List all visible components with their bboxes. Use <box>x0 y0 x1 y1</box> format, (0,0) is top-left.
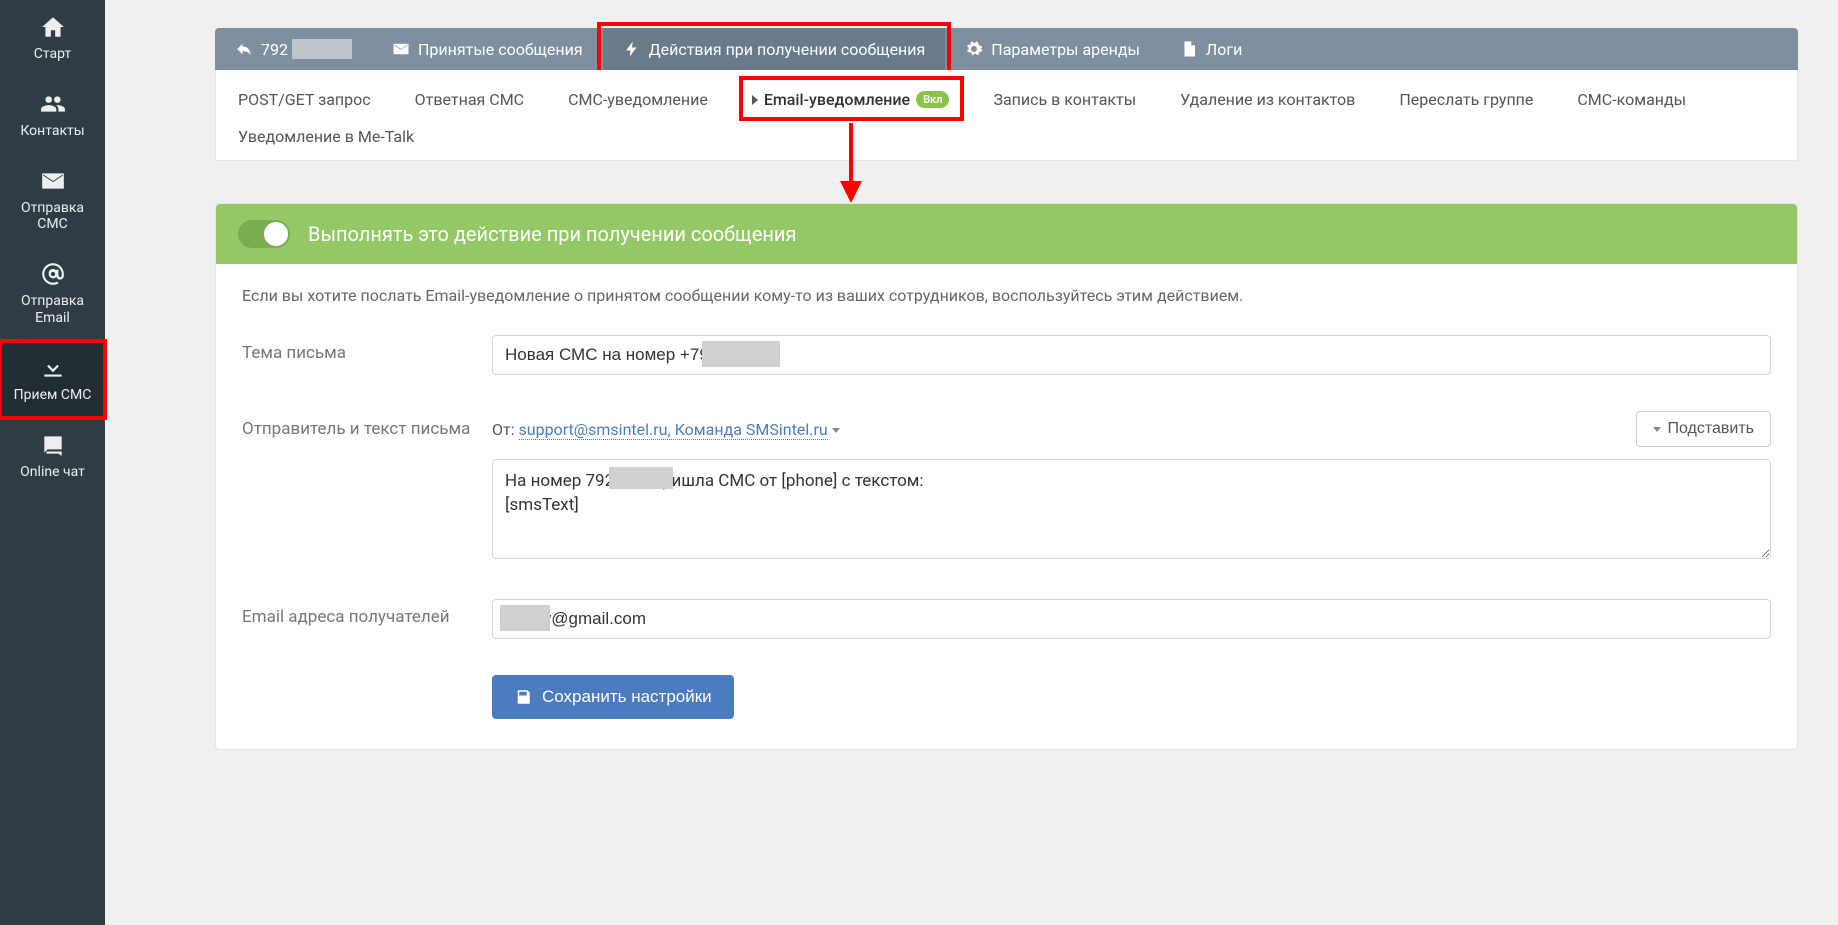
sidebar-item-label: Прием СМС <box>4 387 101 404</box>
sidebar-item-label: Отправка Email <box>4 293 101 327</box>
sidebar: Старт Контакты Отправка СМС Отправка Ema… <box>0 0 105 925</box>
topnav-item-logs[interactable]: Логи <box>1160 28 1262 70</box>
topnav-label: Действия при получении сообщения <box>649 40 926 59</box>
save-button[interactable]: Сохранить настройки <box>492 675 734 719</box>
caret-icon <box>752 95 758 105</box>
subnav-item-sms-notify[interactable]: СМС-уведомление <box>568 86 708 113</box>
toggle-label: Выполнять это действие при получении соо… <box>308 222 796 246</box>
sender-label: Отправитель и текст письма <box>242 411 492 439</box>
subnav-item-postget[interactable]: POST/GET запрос <box>238 86 371 113</box>
envelope-icon <box>392 40 410 58</box>
subnav-item-email-notify[interactable]: Email-уведомление Вкл <box>752 86 950 113</box>
topnav-item-params[interactable]: Параметры аренды <box>945 28 1160 70</box>
users-icon <box>40 91 66 117</box>
download-icon <box>40 355 66 381</box>
topnav-label: Принятые сообщения <box>418 40 583 59</box>
form-row-recipients: Email адреса получателей <box>242 599 1771 639</box>
sidebar-item-label: Online чат <box>4 464 101 481</box>
form-row-body: Отправитель и текст письма От: support@s… <box>242 411 1771 563</box>
form-row-save: Сохранить настройки <box>242 675 1771 719</box>
main-content: 792 Принятые сообщения Действия при полу… <box>105 0 1838 790</box>
subnav-item-del-contacts[interactable]: Удаление из контактов <box>1180 86 1355 113</box>
insert-button[interactable]: Подставить <box>1636 411 1771 447</box>
subnav-item-metalk[interactable]: Уведомление в Me-Talk <box>238 123 414 150</box>
masked-phone <box>292 39 352 59</box>
sub-nav: POST/GET запрос Ответная СМС СМС-уведомл… <box>215 70 1798 161</box>
topnav-item-actions[interactable]: Действия при получении сообщения <box>603 28 946 70</box>
settings-card: Выполнять это действие при получении соо… <box>215 203 1798 750</box>
gear-icon <box>965 40 983 58</box>
description-text: Если вы хотите послать Email-уведомление… <box>242 286 1771 305</box>
sidebar-item-label: Старт <box>4 46 101 63</box>
subnav-label: СМС-команды <box>1577 90 1686 109</box>
sidebar-item-online-chat[interactable]: Online чат <box>0 418 105 495</box>
chat-icon <box>40 432 66 458</box>
subnav-item-add-contacts[interactable]: Запись в контакты <box>993 86 1136 113</box>
status-badge: Вкл <box>916 91 949 108</box>
enable-toggle[interactable] <box>238 220 290 248</box>
subnav-label: Уведомление в Me-Talk <box>238 127 414 146</box>
file-icon <box>1180 40 1198 58</box>
sidebar-item-contacts[interactable]: Контакты <box>0 77 105 154</box>
recipients-label: Email адреса получателей <box>242 599 492 627</box>
topnav-label: Логи <box>1206 40 1242 59</box>
subnav-label: Переслать группе <box>1399 90 1533 109</box>
subnav-label: POST/GET запрос <box>238 90 371 109</box>
subnav-item-reply-sms[interactable]: Ответная СМС <box>415 86 524 113</box>
insert-label: Подставить <box>1667 420 1754 438</box>
subnav-label: Email-уведомление <box>764 90 910 109</box>
sidebar-item-label: Контакты <box>4 123 101 140</box>
toggle-bar: Выполнять это действие при получении соо… <box>216 204 1797 264</box>
sidebar-item-receive-sms[interactable]: Прием СМС <box>0 341 105 418</box>
subnav-label: Удаление из контактов <box>1180 90 1355 109</box>
save-label: Сохранить настройки <box>542 687 712 707</box>
sidebar-item-label: Отправка СМС <box>4 200 101 234</box>
subject-input[interactable] <box>492 335 1771 375</box>
sidebar-item-send-sms[interactable]: Отправка СМС <box>0 154 105 248</box>
phone-prefix: 792 <box>261 40 288 59</box>
subnav-item-sms-commands[interactable]: СМС-команды <box>1577 86 1717 113</box>
chevron-down-icon <box>832 428 840 433</box>
reply-icon <box>235 40 253 58</box>
top-nav: 792 Принятые сообщения Действия при полу… <box>215 28 1798 70</box>
from-prefix: От: <box>492 420 519 439</box>
at-icon <box>40 261 66 287</box>
subnav-label: СМС-уведомление <box>568 90 708 109</box>
form-row-subject: Тема письма <box>242 335 1771 375</box>
sender-from[interactable]: От: support@smsintel.ru, Команда SMSinte… <box>492 420 840 439</box>
sender-link[interactable]: support@smsintel.ru, Команда SMSintel.ru <box>519 420 828 440</box>
subnav-item-forward-group[interactable]: Переслать группе <box>1399 86 1533 113</box>
subnav-label: Ответная СМС <box>415 90 524 109</box>
topnav-label: Параметры аренды <box>991 40 1140 59</box>
subject-label: Тема письма <box>242 335 492 363</box>
save-icon <box>514 688 532 706</box>
sidebar-item-start[interactable]: Старт <box>0 0 105 77</box>
body-textarea[interactable] <box>492 459 1771 559</box>
envelope-icon <box>40 168 66 194</box>
sidebar-item-send-email[interactable]: Отправка Email <box>0 247 105 341</box>
chevron-down-icon <box>1653 427 1661 432</box>
bolt-icon <box>623 40 641 58</box>
topnav-item-received[interactable]: Принятые сообщения <box>372 28 603 70</box>
subnav-label: Запись в контакты <box>993 90 1136 109</box>
home-icon <box>40 14 66 40</box>
recipients-input[interactable] <box>492 599 1771 639</box>
topnav-item-phone[interactable]: 792 <box>215 28 372 70</box>
